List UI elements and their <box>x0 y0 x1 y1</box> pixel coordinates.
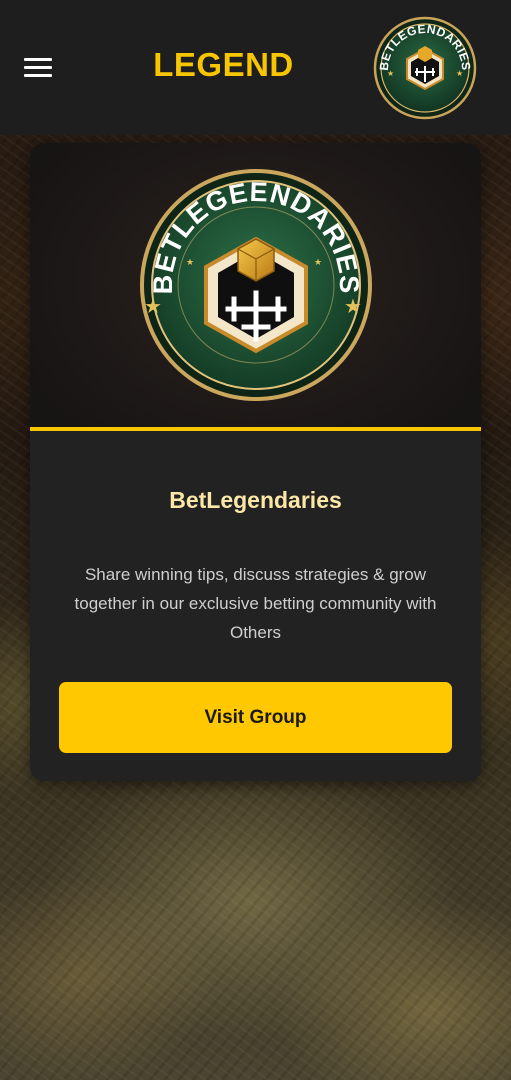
top-bar: LEGEND BETLEGENDARIES ★ ★ <box>0 0 511 135</box>
group-avatar-logo[interactable]: BETLEGENDARIES ★ ★ <box>370 16 480 120</box>
group-title: BetLegendaries <box>169 487 342 513</box>
svg-text:★: ★ <box>456 69 463 78</box>
group-description: Share winning tips, discuss strategies &… <box>74 565 437 642</box>
svg-text:★: ★ <box>314 258 322 268</box>
card-accent-divider <box>30 427 481 431</box>
svg-text:★: ★ <box>387 69 394 78</box>
group-card: BETLEGEENDARIES ★ ★ ★ ★ BetLegendaries S… <box>30 143 481 781</box>
page: LEGEND BETLEGENDARIES ★ ★ BETLEGEENDARIE… <box>0 0 511 1080</box>
svg-text:★: ★ <box>344 294 362 318</box>
group-logo-badge: BETLEGEENDARIES ★ ★ ★ ★ <box>140 169 372 401</box>
svg-text:★: ★ <box>186 258 194 268</box>
visit-group-button[interactable]: Visit Group <box>59 682 452 753</box>
svg-text:★: ★ <box>144 294 162 318</box>
card-hero: BETLEGEENDARIES ★ ★ ★ ★ <box>30 143 481 427</box>
